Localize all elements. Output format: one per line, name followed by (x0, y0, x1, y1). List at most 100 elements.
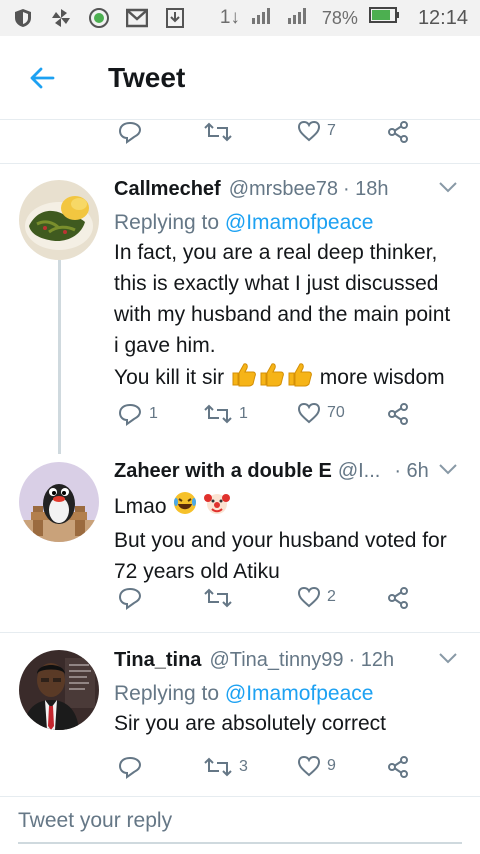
share-icon (388, 587, 408, 609)
tweet-time: · 18h (342, 178, 389, 200)
tweet-text-line: 72 years old Atiku (114, 560, 280, 583)
replying-to-label: Replying to (114, 211, 220, 234)
share-button[interactable] (386, 120, 410, 144)
reply-button[interactable] (117, 120, 143, 144)
chevron-down-icon[interactable] (438, 651, 458, 669)
food-photo-avatar (19, 180, 99, 260)
man-portrait-avatar (19, 650, 99, 730)
reply-count: 1 (149, 405, 158, 422)
share-button[interactable] (386, 755, 410, 779)
heart-icon (297, 120, 321, 142)
tweet-callmechef[interactable]: Callmechef @mrsbee78 · 18h Replying to @… (0, 164, 480, 454)
reply-icon (118, 121, 142, 144)
like-button[interactable]: 70 (297, 402, 345, 424)
reply-composer: Tweet your reply (0, 796, 480, 854)
reply-button[interactable] (117, 586, 143, 610)
replying-to: Replying to @Imamofpeace (114, 682, 460, 706)
replying-to-handle[interactable]: @Imamofpeace (225, 211, 374, 234)
page-title: Tweet (108, 61, 186, 93)
like-count: 70 (327, 404, 345, 421)
tweet-text-line: this is exactly what I just discussed (114, 272, 439, 295)
reply-input[interactable]: Tweet your reply (18, 809, 172, 833)
share-icon (388, 121, 408, 143)
retweet-button[interactable] (203, 120, 233, 144)
like-count: 2 (327, 588, 336, 605)
author-name[interactable]: Tina_tina (114, 649, 201, 672)
network-indicator-1: 1↓ (219, 7, 240, 28)
shield-icon (12, 7, 34, 29)
heart-icon (297, 402, 321, 424)
like-count: 9 (327, 757, 336, 774)
tweet-text-line: with my husband and the main point (114, 303, 451, 326)
tweet-text-line: You kill it sir more wisdom (114, 361, 460, 396)
tweet-text: Lmao But you and your husband voted for … (114, 490, 460, 587)
tweet-text-line: Lmao (114, 490, 460, 525)
tweet-text: Sir you are absolutely correct (114, 708, 460, 739)
tweet-text-line: Sir you are absolutely correct (114, 712, 386, 735)
tweet-time: · 6h (394, 460, 429, 482)
retweet-button[interactable] (203, 586, 233, 610)
author-handle[interactable]: @mrsbee78 (229, 178, 338, 201)
tweet-text-segment: more wisdom (319, 366, 445, 390)
app-header: Tweet (0, 36, 480, 120)
avatar[interactable] (19, 180, 99, 260)
share-icon (388, 756, 408, 778)
retweet-icon (204, 757, 232, 777)
avatar[interactable] (19, 462, 99, 542)
tweet-text-line: But you and your husband voted for (114, 529, 447, 552)
chevron-down-icon[interactable] (438, 180, 458, 198)
retweet-button[interactable]: 1 (203, 402, 248, 426)
reply-input-underline (18, 842, 462, 844)
gmail-icon (126, 7, 148, 29)
author-handle[interactable]: @I... (338, 460, 381, 483)
clown-emoji-icon (204, 490, 231, 525)
avatar[interactable] (19, 650, 99, 730)
tweet-text-line: In fact, you are a real deep thinker, (114, 241, 438, 264)
pinwheel-icon (50, 7, 72, 29)
tweet-time: · 12h (348, 649, 395, 671)
replying-to-label: Replying to (114, 682, 220, 705)
tweet-zaheer[interactable]: Zaheer with a double E @I... · 6h Lmao B… (0, 454, 480, 632)
back-button[interactable] (0, 36, 84, 120)
retweet-button[interactable]: 3 (203, 755, 248, 779)
retweet-icon (204, 404, 232, 424)
battery-icon (368, 6, 400, 30)
retweet-icon (204, 588, 232, 608)
reply-button[interactable] (117, 755, 143, 779)
reply-icon (118, 403, 142, 426)
heart-icon (297, 755, 321, 777)
reply-icon (118, 756, 142, 779)
tweet-text-segment: You kill it sir (114, 366, 225, 390)
tweet-text-segment: Lmao (114, 495, 167, 519)
download-icon (164, 7, 186, 29)
retweet-count: 1 (239, 405, 248, 422)
laughing-emoji-icon (172, 490, 198, 525)
penguin-avatar (19, 462, 99, 542)
share-button[interactable] (386, 586, 410, 610)
thumbs-up-emoji-icon (230, 361, 314, 396)
like-count: 7 (327, 122, 336, 139)
battery-percent: 78% (321, 7, 358, 28)
tweet-text-line: i gave him. (114, 334, 216, 357)
thread-line (58, 260, 61, 454)
author-name[interactable]: Zaheer with a double E (114, 460, 332, 483)
like-button[interactable]: 9 (297, 755, 336, 777)
retweet-count: 3 (239, 758, 248, 775)
heart-icon (297, 586, 321, 608)
replying-to: Replying to @Imamofpeace (114, 211, 460, 235)
chevron-down-icon[interactable] (438, 462, 458, 480)
retweet-icon (204, 122, 232, 142)
status-bar: 1↓ 78% 12:14 (0, 0, 480, 36)
clock: 12:14 (417, 6, 468, 29)
like-button[interactable]: 7 (297, 120, 336, 142)
author-name[interactable]: Callmechef (114, 178, 221, 201)
reply-icon (118, 587, 142, 610)
tweet-tina[interactable]: Tina_tina @Tina_tinny99 · 12h Replying t… (0, 633, 480, 796)
replying-to-handle[interactable]: @Imamofpeace (225, 682, 374, 705)
share-button[interactable] (386, 402, 410, 426)
record-icon (88, 7, 110, 29)
reply-button[interactable]: 1 (117, 402, 158, 426)
author-handle[interactable]: @Tina_tinny99 (209, 649, 343, 672)
like-button[interactable]: 2 (297, 586, 336, 608)
share-icon (388, 403, 408, 425)
